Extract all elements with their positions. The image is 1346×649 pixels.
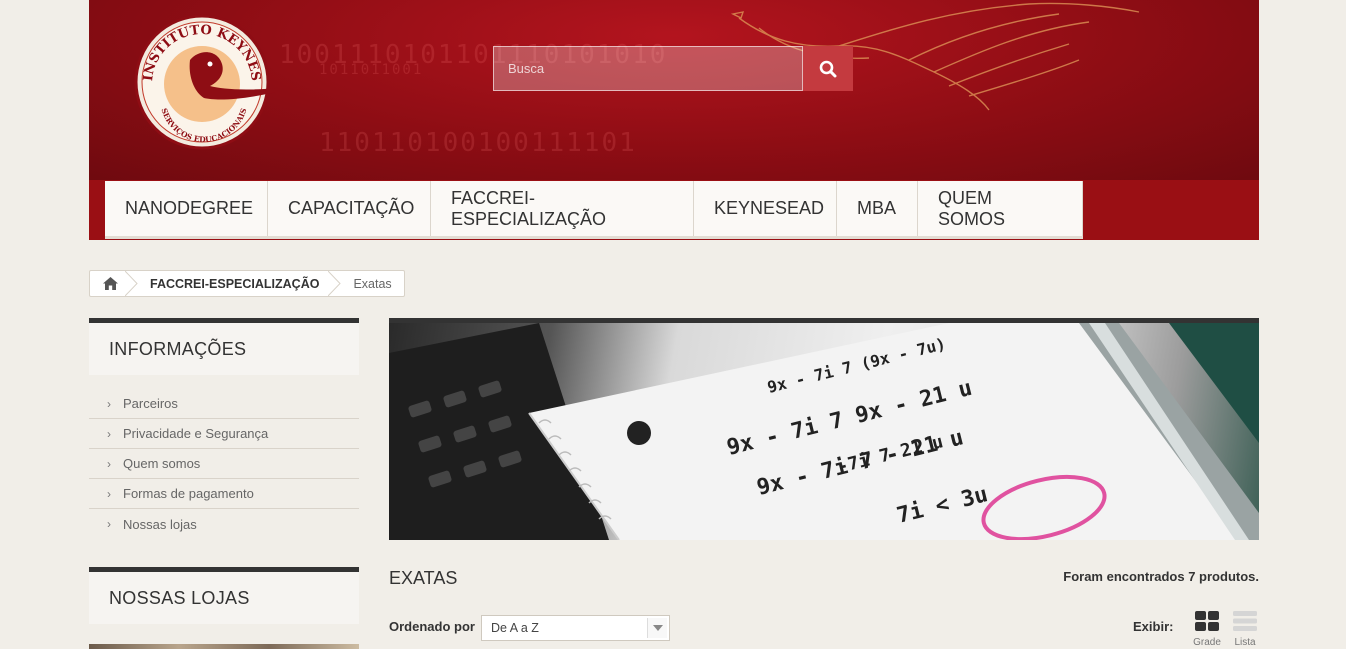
chevron-right-icon: › (107, 426, 111, 441)
category-banner-image: 9x - 7i 7 9x - 21 u 9x - 7i 7 - 21 u -7i… (389, 318, 1259, 540)
sidebar-heading: INFORMAÇÕES (89, 318, 359, 375)
grid-icon (1195, 611, 1219, 631)
nav-item-faccrei-especializacao[interactable]: FACCREI-ESPECIALIZAÇÃO (431, 181, 694, 236)
breadcrumb-item-faccrei[interactable]: FACCREI-ESPECIALIZAÇÃO (130, 271, 342, 296)
sidebar-item-label: Quem somos (123, 456, 201, 471)
sidebar-list: › Parceiros › Privacidade e Segurança › Que… (89, 375, 359, 539)
sidebar-item-label: Nossas lojas (123, 516, 197, 532)
header-decoration: 110110100100111101 (319, 128, 637, 158)
sidebar-item-quem-somos[interactable]: › Quem somos (89, 449, 359, 479)
search-icon (819, 60, 837, 77)
sidebar-item-formas-pagamento[interactable]: › Formas de pagamento (89, 479, 359, 509)
nav-item-keynesead[interactable]: KEYNESEAD (694, 181, 837, 236)
sidebar-item-label: Parceiros (123, 396, 178, 411)
sidebar-informacoes: INFORMAÇÕES › Parceiros › Privacidade e Se… (89, 318, 359, 539)
search-bar (493, 46, 853, 91)
view-list-button[interactable]: Lista (1230, 611, 1260, 648)
nav-item-capacitacao[interactable]: CAPACITAÇÃO (268, 181, 431, 236)
nav-item-quem-somos[interactable]: QUEM SOMOS (918, 181, 1083, 236)
product-count: Foram encontrados 7 produtos. (1063, 569, 1259, 584)
store-image-strip (89, 644, 359, 649)
view-label: Exibir: (1133, 619, 1174, 634)
chevron-right-icon: › (107, 517, 111, 531)
home-icon (102, 277, 118, 290)
sidebar-nossas-lojas: NOSSAS LOJAS (89, 567, 359, 624)
main-nav: NANODEGREE CAPACITAÇÃO FACCREI-ESPECIALI… (105, 181, 1083, 239)
chevron-down-icon (647, 618, 667, 638)
chevron-right-icon: › (107, 396, 111, 411)
sidebar-item-parceiros[interactable]: › Parceiros (89, 389, 359, 419)
list-icon (1233, 611, 1257, 631)
chevron-right-icon: › (107, 486, 111, 501)
breadcrumb-label: FACCREI-ESPECIALIZAÇÃO (150, 276, 320, 291)
nav-item-mba[interactable]: MBA (837, 181, 918, 236)
site-header: 1001110101101110101010 11011010010011110… (89, 0, 1259, 180)
nav-item-nanodegree[interactable]: NANODEGREE (105, 181, 268, 236)
search-button[interactable] (803, 46, 853, 91)
breadcrumb-label: Exatas (353, 276, 392, 291)
sidebar-heading: NOSSAS LOJAS (89, 567, 359, 624)
page: 1001110101101110101010 11011010010011110… (89, 0, 1259, 649)
math-notebook-illustration: 9x - 7i 7 9x - 21 u 9x - 7i 7 - 21 u -7i… (389, 323, 1259, 540)
header-decoration: 1011011001 (319, 62, 424, 78)
sort-select[interactable]: De A a Z (481, 615, 670, 641)
breadcrumb: FACCREI-ESPECIALIZAÇÃO Exatas (89, 270, 405, 297)
view-grid-button[interactable]: Grade (1192, 611, 1222, 648)
view-grid-label: Grade (1193, 637, 1221, 648)
category-title: EXATAS (389, 568, 458, 588)
sidebar-item-privacidade[interactable]: › Privacidade e Segurança (89, 419, 359, 449)
instituto-keynes-logo[interactable]: INSTITUTO KEYNES SERVIÇOS EDUCACIONAIS (130, 12, 275, 152)
search-input[interactable] (493, 46, 803, 91)
view-list-label: Lista (1234, 637, 1256, 648)
chevron-right-icon: › (107, 456, 111, 471)
breadcrumb-home[interactable] (90, 271, 138, 296)
breadcrumb-item-current: Exatas (333, 271, 403, 296)
sort-label: Ordenado por (389, 619, 475, 634)
sidebar-item-nossas-lojas[interactable]: › Nossas lojas (89, 509, 359, 539)
sidebar-item-label: Formas de pagamento (123, 486, 254, 501)
sidebar-item-label: Privacidade e Segurança (123, 426, 269, 441)
sort-selected-value: De A a Z (491, 621, 539, 635)
